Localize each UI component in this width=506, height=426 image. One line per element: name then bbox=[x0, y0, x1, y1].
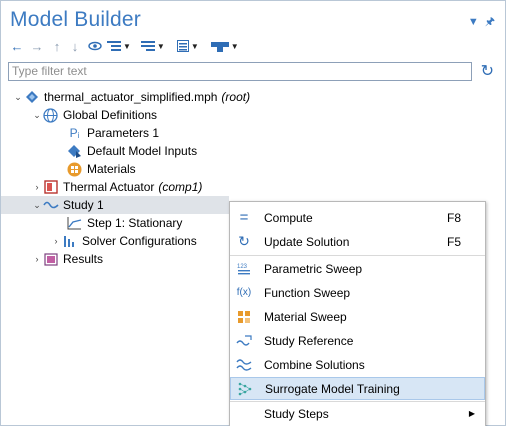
globe-icon bbox=[42, 107, 59, 123]
pin-icon[interactable]: 🖈 bbox=[485, 16, 495, 28]
tree-label-step1: Step 1: Stationary bbox=[87, 216, 183, 230]
chevron-down-icon[interactable]: ⌄ bbox=[32, 200, 42, 211]
menu-item-study-steps[interactable]: Study Steps ▶ bbox=[230, 402, 485, 425]
menu-shortcut: F8 bbox=[446, 210, 461, 225]
results-icon bbox=[42, 251, 59, 267]
material-sweep-icon bbox=[234, 310, 254, 324]
tree-label-parameters: Parameters 1 bbox=[87, 126, 160, 140]
tree-node-parameters[interactable]: Pi Parameters 1 bbox=[66, 124, 159, 142]
tree-label-default-model-inputs: Default Model Inputs bbox=[87, 144, 198, 158]
chevron-down-icon: ▼ bbox=[123, 41, 131, 51]
menu-item-function-sweep[interactable]: f(x) Function Sweep bbox=[230, 281, 485, 304]
chevron-right-icon[interactable]: › bbox=[32, 254, 42, 264]
chevron-down-icon[interactable]: ⌄ bbox=[13, 92, 23, 103]
tree-node-materials[interactable]: Materials bbox=[66, 160, 136, 178]
tree-node-study[interactable]: ⌄ Study 1 bbox=[1, 196, 229, 214]
tree-node-results[interactable]: › Results bbox=[32, 250, 104, 268]
expand-icon[interactable]: ▼ bbox=[140, 36, 165, 56]
materials-icon bbox=[66, 161, 83, 177]
forward-arrow-icon[interactable]: → bbox=[29, 36, 45, 56]
menu-label: Surrogate Model Training bbox=[265, 381, 400, 396]
parameters-icon: Pi bbox=[69, 126, 80, 140]
tree-label-global-definitions: Global Definitions bbox=[63, 108, 158, 122]
surrogate-model-icon bbox=[235, 382, 255, 396]
tree-node-default-model-inputs[interactable]: Default Model Inputs bbox=[66, 142, 197, 160]
node-actions-icon[interactable]: ▼ bbox=[210, 36, 239, 56]
back-arrow-icon[interactable]: ← bbox=[9, 36, 25, 56]
study-reference-icon bbox=[234, 334, 254, 347]
model-builder-panel: Model Builder ▼ 🖈 ← → ↑ ↓ ▼ ▼ ▼ ▼ Type fi… bbox=[0, 0, 506, 426]
tree-label-root-suffix: (root) bbox=[221, 90, 251, 104]
tree-node-global-definitions[interactable]: ⌄ Global Definitions bbox=[32, 106, 157, 124]
refresh-icon[interactable]: ↻ bbox=[481, 61, 494, 81]
menu-label: Parametric Sweep bbox=[264, 261, 363, 276]
collapse-icon[interactable]: ▼ bbox=[107, 36, 131, 56]
filter-input[interactable]: Type filter text bbox=[8, 62, 472, 81]
menu-label: Combine Solutions bbox=[264, 357, 365, 372]
menu-label: Update Solution bbox=[264, 234, 350, 249]
panel-controls: ▼ 🖈 bbox=[462, 13, 495, 32]
component-icon bbox=[42, 179, 59, 195]
menu-shortcut: F5 bbox=[446, 234, 461, 249]
tree-node-solver-configurations[interactable]: › Solver Configurations bbox=[51, 232, 197, 250]
equals-icon: = bbox=[239, 209, 249, 226]
parametric-sweep-icon: 123 bbox=[234, 262, 254, 276]
menu-item-material-sweep[interactable]: Material Sweep bbox=[230, 305, 485, 328]
tree-label-study: Study 1 bbox=[63, 198, 104, 212]
model-file-icon bbox=[23, 89, 40, 105]
function-sweep-icon: f(x) bbox=[236, 287, 252, 298]
tree-label-solver-configurations: Solver Configurations bbox=[82, 234, 197, 248]
tree-node-root[interactable]: ⌄ thermal_actuator_simplified.mph (root) bbox=[13, 88, 250, 106]
dynamic-help-icon[interactable]: ▼ bbox=[176, 36, 199, 56]
menu-label: Function Sweep bbox=[264, 285, 351, 300]
menu-item-study-reference[interactable]: Study Reference bbox=[230, 329, 485, 352]
tree-label-root: thermal_actuator_simplified.mph bbox=[44, 90, 218, 104]
chevron-down-icon[interactable]: ▼ bbox=[468, 16, 479, 28]
tree-label-component-suffix: (comp1) bbox=[158, 180, 203, 194]
tree-label-materials: Materials bbox=[87, 162, 136, 176]
menu-label: Material Sweep bbox=[264, 309, 347, 324]
study-context-menu: = Compute F8 ↻ Update Solution F5 123 Pa… bbox=[229, 201, 486, 426]
submenu-arrow-icon: ▶ bbox=[468, 409, 475, 418]
menu-item-surrogate-model-training[interactable]: Surrogate Model Training bbox=[230, 377, 485, 400]
chevron-down-icon: ▼ bbox=[190, 41, 199, 51]
menu-separator bbox=[230, 255, 485, 256]
solver-configurations-icon bbox=[61, 233, 78, 249]
down-arrow-icon[interactable]: ↓ bbox=[67, 36, 83, 56]
up-arrow-icon[interactable]: ↑ bbox=[49, 36, 65, 56]
tree-node-step1[interactable]: Step 1: Stationary bbox=[66, 214, 182, 232]
chevron-down-icon: ▼ bbox=[156, 41, 165, 51]
tree-label-component: Thermal Actuator bbox=[63, 180, 155, 194]
tree-label-results: Results bbox=[63, 252, 104, 266]
refresh-icon: ↻ bbox=[238, 233, 250, 249]
show-icon[interactable] bbox=[87, 36, 103, 56]
panel-title: Model Builder bbox=[10, 8, 141, 31]
combine-solutions-icon bbox=[234, 358, 254, 372]
chevron-down-icon[interactable]: ⌄ bbox=[32, 110, 42, 121]
chevron-down-icon: ▼ bbox=[230, 41, 239, 51]
menu-label: Study Reference bbox=[264, 333, 354, 348]
svg-text:123: 123 bbox=[237, 264, 248, 270]
chevron-right-icon[interactable]: › bbox=[32, 182, 42, 192]
toolbar: ← → ↑ ↓ ▼ ▼ ▼ ▼ bbox=[9, 36, 239, 56]
menu-label: Study Steps bbox=[264, 406, 329, 421]
menu-item-combine-solutions[interactable]: Combine Solutions bbox=[230, 353, 485, 376]
tree-node-component[interactable]: › Thermal Actuator (comp1) bbox=[32, 178, 203, 196]
default-model-inputs-icon bbox=[66, 143, 83, 159]
study-icon bbox=[42, 197, 59, 213]
menu-item-parametric-sweep[interactable]: 123 Parametric Sweep bbox=[230, 257, 485, 280]
menu-item-compute[interactable]: = Compute F8 bbox=[230, 206, 485, 229]
chevron-right-icon[interactable]: › bbox=[51, 236, 61, 246]
menu-label: Compute bbox=[264, 210, 313, 225]
menu-item-update-solution[interactable]: ↻ Update Solution F5 bbox=[230, 230, 485, 253]
stationary-step-icon bbox=[66, 215, 83, 231]
